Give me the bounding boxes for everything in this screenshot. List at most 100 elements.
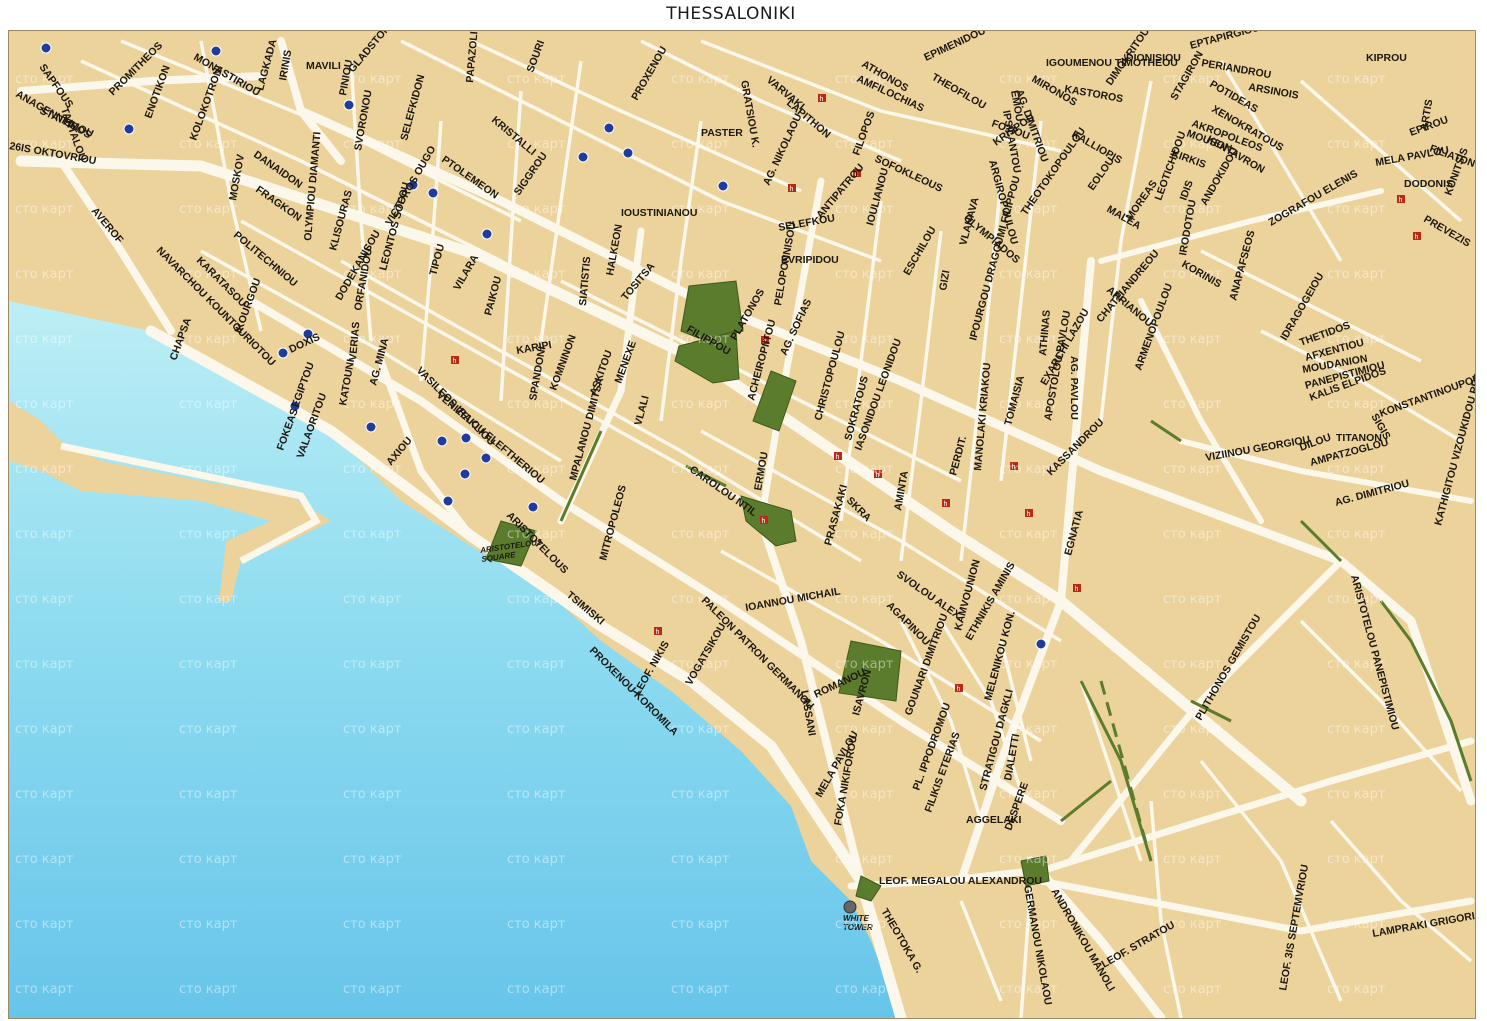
watermark-text: сто карт — [671, 982, 730, 997]
metro-station-icon[interactable] — [277, 347, 289, 359]
street-label: IOUSTINIANOU — [621, 207, 697, 219]
metro-station-icon[interactable] — [123, 123, 135, 135]
watermark-text: сто карт — [1327, 852, 1386, 867]
metro-station-icon[interactable] — [577, 151, 589, 163]
white-tower-marker[interactable] — [843, 900, 857, 914]
watermark-text: сто карт — [15, 462, 74, 477]
watermark-text: сто карт — [15, 592, 74, 607]
street-label: EVRIPIDOU — [781, 254, 839, 266]
hotel-icon-glyph: h — [836, 454, 840, 461]
watermark-text: сто карт — [999, 592, 1058, 607]
metro-station-icon[interactable] — [603, 122, 615, 134]
watermark-text: сто карт — [1163, 852, 1222, 867]
street-label: LEOF. MEGALOU ALEXANDROU — [879, 875, 1042, 887]
watermark-text: сто карт — [179, 982, 238, 997]
watermark-text: сто карт — [835, 722, 894, 737]
watermark-text: сто карт — [15, 657, 74, 672]
watermark-text: сто карт — [507, 982, 566, 997]
watermark-text: сто карт — [15, 397, 74, 412]
watermark-text: сто карт — [1327, 397, 1386, 412]
hotel-icon-glyph: h — [1027, 511, 1031, 518]
watermark-text: сто карт — [179, 917, 238, 932]
watermark-text: сто карт — [835, 267, 894, 282]
watermark-text: сто карт — [1163, 332, 1222, 347]
watermark-text: сто карт — [343, 722, 402, 737]
metro-station-icon[interactable] — [717, 180, 729, 192]
metro-station-icon[interactable] — [210, 45, 222, 57]
street-label: PASTER — [701, 127, 743, 139]
metro-station-icon[interactable] — [459, 468, 471, 480]
street-label: AG. PAVLOU — [1068, 356, 1080, 420]
hotel-icon-glyph: h — [1399, 197, 1403, 204]
watermark-text: сто карт — [835, 592, 894, 607]
map-canvas[interactable]: hhhhhhhhhhhhhhhh WHITE TOWER ARISTOTELOUS… — [8, 30, 1476, 1019]
watermark-text: сто карт — [343, 787, 402, 802]
watermark-text: сто карт — [15, 852, 74, 867]
watermark-text: сто карт — [507, 657, 566, 672]
watermark-text: сто карт — [15, 787, 74, 802]
hotel-icon-glyph: h — [762, 518, 766, 525]
metro-station-icon[interactable] — [40, 42, 52, 54]
metro-station-icon[interactable] — [343, 99, 355, 111]
watermark-text: сто карт — [343, 852, 402, 867]
watermark-text: сто карт — [179, 852, 238, 867]
watermark-text: сто карт — [507, 592, 566, 607]
metro-station-icon[interactable] — [480, 452, 492, 464]
watermark-text: сто карт — [343, 592, 402, 607]
metro-station-icon[interactable] — [365, 421, 377, 433]
watermark-text: сто карт — [671, 917, 730, 932]
watermark-text: сто карт — [507, 267, 566, 282]
watermark-text: сто карт — [179, 397, 238, 412]
metro-station-icon[interactable] — [427, 187, 439, 199]
watermark-text: сто карт — [507, 72, 566, 87]
metro-station-icon[interactable] — [527, 501, 539, 513]
hotel-icon-glyph: h — [1075, 586, 1079, 593]
watermark-text: сто карт — [1327, 982, 1386, 997]
watermark-text: сто карт — [835, 462, 894, 477]
watermark-text: сто карт — [15, 917, 74, 932]
watermark-text: сто карт — [507, 722, 566, 737]
watermark-text: сто карт — [343, 527, 402, 542]
watermark-text: сто карт — [179, 202, 238, 217]
watermark-text: сто карт — [1163, 462, 1222, 477]
street-label: DIONISIOU — [1126, 52, 1181, 64]
watermark-text: сто карт — [1327, 462, 1386, 477]
metro-station-icon[interactable] — [481, 228, 493, 240]
watermark-text: сто карт — [1327, 722, 1386, 737]
metro-station-icon[interactable] — [442, 495, 454, 507]
hotel-icon-glyph: h — [656, 629, 660, 636]
watermark-text: сто карт — [507, 202, 566, 217]
watermark-text: сто карт — [1327, 202, 1386, 217]
watermark-text: сто карт — [835, 527, 894, 542]
watermark-text: сто карт — [179, 137, 238, 152]
hotel-icon-glyph: h — [944, 501, 948, 508]
watermark-text: сто карт — [1163, 787, 1222, 802]
watermark-text: сто карт — [15, 332, 74, 347]
watermark-text: сто карт — [1327, 527, 1386, 542]
watermark-text: сто карт — [1163, 982, 1222, 997]
watermark-text: сто карт — [179, 657, 238, 672]
watermark-text: сто карт — [671, 397, 730, 412]
metro-station-icon[interactable] — [436, 435, 448, 447]
watermark-text: сто карт — [835, 852, 894, 867]
hotel-icon-glyph: h — [790, 186, 794, 193]
watermark-text: сто карт — [179, 462, 238, 477]
watermark-text: сто карт — [671, 592, 730, 607]
watermark-text: сто карт — [1163, 592, 1222, 607]
watermark-text: сто карт — [15, 202, 74, 217]
watermark-text: сто карт — [671, 527, 730, 542]
watermark-text: сто карт — [1327, 267, 1386, 282]
hotel-icon-glyph: h — [453, 358, 457, 365]
watermark-text: сто карт — [835, 202, 894, 217]
watermark-text: сто карт — [507, 787, 566, 802]
metro-station-icon[interactable] — [1035, 638, 1047, 650]
metro-station-icon[interactable] — [460, 432, 472, 444]
watermark-text: сто карт — [343, 397, 402, 412]
metro-station-icon[interactable] — [622, 147, 634, 159]
watermark-text: сто карт — [1163, 722, 1222, 737]
city-map[interactable]: hhhhhhhhhhhhhhhh WHITE TOWER ARISTOTELOUS… — [9, 31, 1475, 1018]
watermark-text: сто карт — [671, 787, 730, 802]
watermark-text: сто карт — [179, 722, 238, 737]
watermark-text: сто карт — [15, 267, 74, 282]
watermark-text: сто карт — [15, 527, 74, 542]
